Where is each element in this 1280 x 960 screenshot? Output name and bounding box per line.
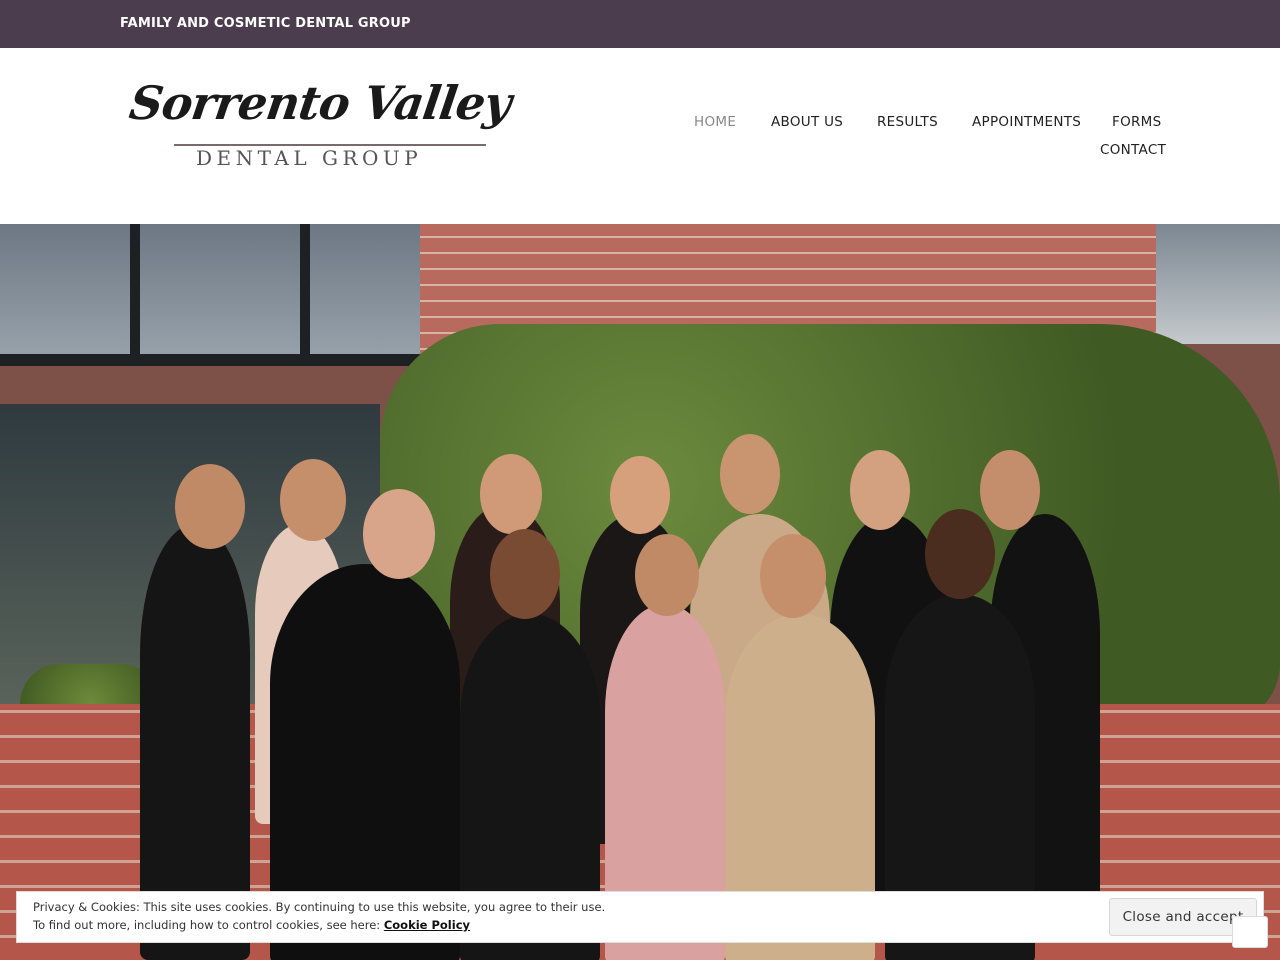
scroll-to-top-button[interactable] [1232,916,1268,948]
nav-forms[interactable]: FORMS [1112,114,1162,130]
team-member-head [980,450,1040,530]
photo-sky-right [1156,224,1280,344]
photo-sky [0,224,420,364]
cookie-notice-prefix: To find out more, including how to contr… [33,918,384,932]
team-member-head [363,489,435,579]
team-member-head [720,434,780,514]
team-member-head [850,450,910,530]
team-member-head [490,529,560,619]
site-logo[interactable]: Sorrento Valley DENTAL GROUP [126,76,514,172]
photo-window-frame [300,224,310,354]
cookie-policy-link[interactable]: Cookie Policy [384,918,470,932]
photo-window-frame [130,224,140,354]
nav-results[interactable]: RESULTS [877,114,938,130]
nav-appointments[interactable]: APPOINTMENTS [972,114,1081,130]
cookie-notice-more: To find out more, including how to contr… [33,918,470,932]
nav-contact[interactable]: CONTACT [1100,142,1166,158]
site-header: Sorrento Valley DENTAL GROUP HOME ABOUT … [0,48,1280,224]
team-member-head [925,509,995,599]
top-bar: FAMILY AND COSMETIC DENTAL GROUP [0,0,1280,48]
team-member-head [635,534,699,616]
nav-home[interactable]: HOME [694,114,736,130]
hero-team-photo [0,224,1280,960]
photo-team-group [130,434,1100,960]
photo-window-frame [0,354,420,366]
logo-subtitle: DENTAL GROUP [196,146,423,170]
team-member-head [280,459,346,541]
nav-about-us[interactable]: ABOUT US [771,114,843,130]
cookie-banner: Privacy & Cookies: This site uses cookie… [16,891,1264,943]
logo-script-text: Sorrento Valley [126,76,515,130]
team-member-head [610,456,670,534]
team-member-head [480,454,542,534]
team-member-head [760,534,826,618]
site-tagline: FAMILY AND COSMETIC DENTAL GROUP [120,16,411,31]
team-member-head [175,464,245,549]
cookie-notice-text: Privacy & Cookies: This site uses cookie… [33,900,606,914]
